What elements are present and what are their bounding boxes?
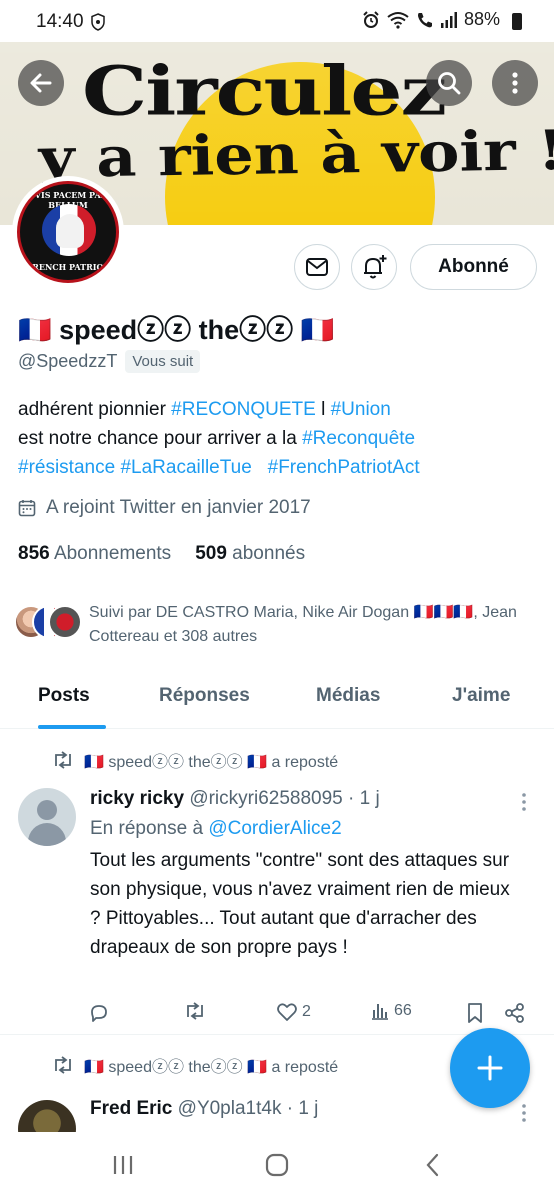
mail-icon — [306, 258, 328, 276]
back-button[interactable] — [18, 60, 64, 106]
shield-icon — [91, 13, 105, 31]
following-count-link[interactable]: 856 Abonnements — [18, 543, 171, 565]
repost-icon — [187, 1002, 203, 1020]
profile-bio: adhérent pionnier #RECONQUETE l #Union e… — [18, 395, 538, 482]
tweet-author-name[interactable]: ricky ricky — [90, 788, 184, 809]
wifi-icon — [387, 11, 409, 29]
follow-counts: 856 Abonnements 509 abonnés — [18, 543, 305, 565]
notifications-button[interactable] — [351, 244, 397, 290]
active-tab-indicator — [38, 725, 106, 729]
repost-button[interactable] — [184, 1002, 206, 1020]
followed-by-text: Suivi par DE CASTRO Maria, Nike Air Doga… — [89, 604, 517, 645]
recent-apps-icon — [113, 1156, 133, 1174]
avatar-caption: FRENCH PATRIOT — [26, 262, 110, 272]
hashtag-link[interactable]: #Union — [331, 399, 391, 420]
tweet[interactable]: 🇫🇷 speedⓩⓩ theⓩⓩ 🇫🇷 a reposté ricky rick… — [0, 740, 554, 1035]
repost-indicator: 🇫🇷 speedⓩⓩ theⓩⓩ 🇫🇷 a reposté — [52, 1053, 338, 1077]
status-time: 14:40 — [36, 11, 84, 32]
bio-line-2: est notre chance pour arriver a la #Reco… — [18, 428, 416, 449]
hashtag-link[interactable]: #Reconquête — [302, 428, 415, 449]
compose-button[interactable] — [450, 1028, 530, 1108]
search-button[interactable] — [426, 60, 472, 106]
signal-icon — [440, 11, 457, 28]
tweet-author-name[interactable]: Fred Eric — [90, 1098, 172, 1119]
repost-indicator: 🇫🇷 speedⓩⓩ theⓩⓩ 🇫🇷 a reposté — [52, 748, 338, 772]
hashtag-link[interactable]: #résistance — [18, 457, 115, 478]
profile-name: 🇫🇷 speedⓩⓩ theⓩⓩ 🇫🇷 — [18, 315, 335, 345]
banner-text-line1: Circulez — [82, 52, 447, 131]
tab-replies[interactable]: Réponses — [159, 685, 250, 707]
profile-handle: @SpeedzzT — [18, 351, 118, 371]
home-button[interactable] — [257, 1150, 297, 1180]
system-nav-bar — [0, 1132, 554, 1200]
tweet-header: Fred Eric @Y0pla1t4k · 1 j — [90, 1098, 318, 1120]
view-count: 66 — [394, 1002, 412, 1019]
tweet-text: Tout les arguments "contre" sont des att… — [90, 850, 510, 958]
mention-link[interactable]: @CordierAlice2 — [208, 818, 341, 839]
profile-tabs: Posts Réponses Médias J'aime — [0, 675, 554, 729]
bar-chart-icon — [372, 1004, 388, 1020]
alarm-icon — [363, 10, 379, 28]
comment-icon — [91, 1005, 107, 1022]
tweet-actions: 2 66 — [88, 1002, 538, 1030]
chevron-left-icon — [426, 1153, 439, 1177]
skull-emblem — [56, 214, 84, 248]
tweet-meta: @rickyri62588095 · 1 j — [189, 788, 380, 809]
tweet-meta: @Y0pla1t4k · 1 j — [177, 1098, 319, 1119]
more-vertical-icon — [512, 72, 518, 94]
hashtag-link[interactable]: #FrenchPatriotAct — [268, 457, 420, 478]
followers-count-link[interactable]: 509 abonnés — [195, 543, 305, 565]
avatar[interactable] — [18, 1100, 76, 1135]
arrow-left-icon — [30, 73, 52, 93]
share-icon — [505, 1003, 524, 1023]
battery-percent: 88% — [463, 9, 500, 29]
joined-date: A rejoint Twitter en janvier 2017 — [18, 497, 311, 519]
joined-text: A rejoint Twitter en janvier 2017 — [46, 497, 311, 518]
tweet-header: ricky ricky @rickyri62588095 · 1 j — [90, 788, 380, 810]
more-vertical-icon[interactable] — [520, 792, 528, 812]
hashtag-link[interactable]: #RECONQUETE — [171, 399, 316, 420]
bell-plus-icon — [364, 255, 387, 279]
reply-button[interactable] — [88, 1002, 110, 1024]
bio-line-3: #résistance #LaRacailleTue #FrenchPatrio… — [18, 453, 538, 482]
more-options-button[interactable] — [492, 60, 538, 106]
calendar-icon — [18, 500, 36, 517]
message-button[interactable] — [294, 244, 340, 290]
home-icon — [265, 1153, 289, 1177]
more-vertical-icon[interactable] — [520, 1103, 528, 1123]
status-bar: 14:40 88% — [0, 0, 554, 42]
bookmark-icon — [468, 1003, 482, 1023]
tab-likes[interactable]: J'aime — [452, 685, 510, 707]
views-button[interactable]: 66 — [370, 1002, 412, 1020]
repost-icon — [55, 1056, 71, 1074]
like-count: 2 — [302, 1003, 311, 1020]
status-icons: 88% — [362, 9, 514, 30]
follows-you-badge: Vous suit — [125, 350, 201, 373]
reply-context: En réponse à @CordierAlice2 — [90, 818, 342, 839]
search-icon — [438, 72, 461, 95]
handle-row: @SpeedzzT Vous suit — [18, 350, 201, 373]
bookmark-button[interactable] — [466, 1002, 484, 1024]
tab-media[interactable]: Médias — [316, 685, 380, 707]
followed-by-avatars — [14, 605, 84, 641]
profile-avatar[interactable]: SI VIS PACEM PARA BELLUM FRENCH PATRIOT — [12, 176, 124, 288]
back-nav-button[interactable] — [413, 1150, 453, 1180]
battery-icon — [512, 13, 522, 30]
banner-text-line2: y a rien à voir ! — [38, 117, 554, 191]
tab-posts[interactable]: Posts — [38, 685, 90, 707]
repost-icon — [55, 751, 71, 769]
plus-icon — [477, 1055, 503, 1081]
like-button[interactable]: 2 — [276, 1002, 311, 1022]
heart-icon — [277, 1003, 297, 1021]
bio-line-1: adhérent pionnier #RECONQUETE l #Union — [18, 399, 391, 420]
recent-apps-button[interactable] — [103, 1150, 143, 1180]
hashtag-link[interactable]: #LaRacailleTue — [120, 457, 251, 478]
following-button[interactable]: Abonné — [410, 244, 537, 290]
share-button[interactable] — [504, 1002, 526, 1024]
avatar — [48, 605, 82, 639]
call-icon — [417, 12, 432, 27]
followed-by[interactable]: Suivi par DE CASTRO Maria, Nike Air Doga… — [14, 601, 544, 649]
avatar[interactable] — [18, 788, 76, 846]
